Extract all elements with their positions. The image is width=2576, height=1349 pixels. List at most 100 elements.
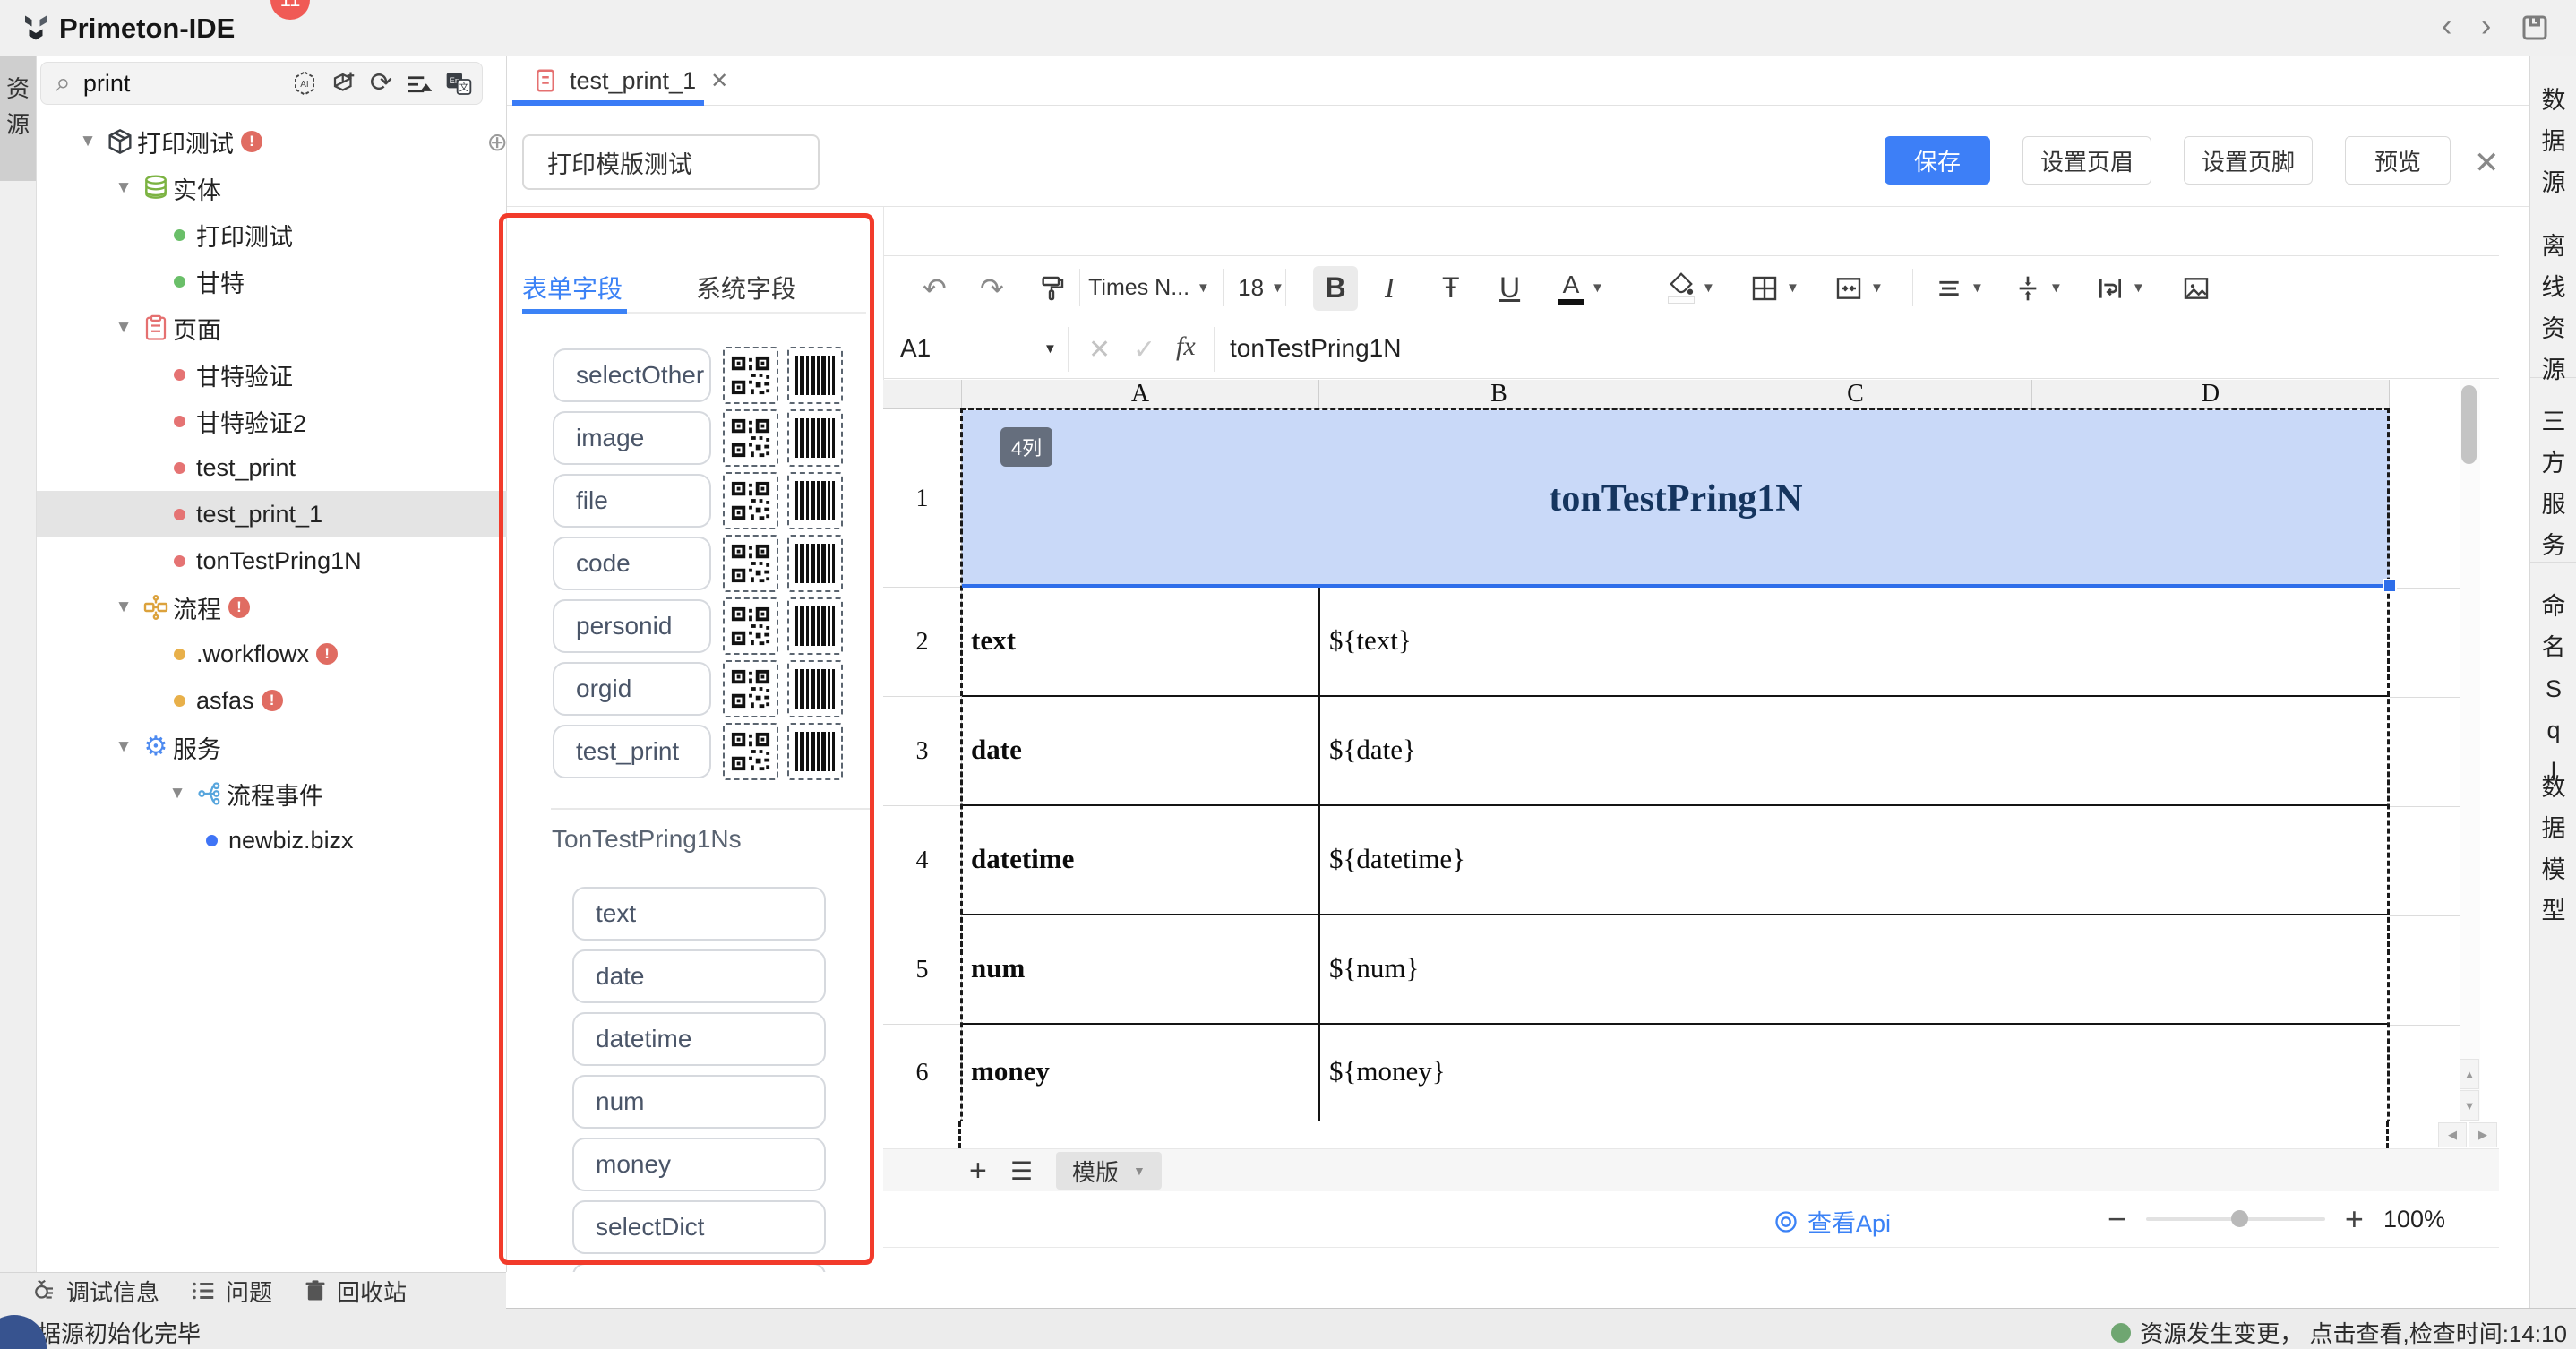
- column-header-C[interactable]: C: [1679, 380, 2032, 409]
- borders-icon[interactable]: ▼: [1750, 256, 1799, 320]
- vscroll-thumb[interactable]: [2461, 385, 2477, 464]
- view-api-link[interactable]: 查看Api: [1773, 1204, 1891, 1239]
- italic-icon[interactable]: I: [1385, 256, 1395, 320]
- cell-b3[interactable]: ${date}: [1329, 734, 1416, 766]
- zoom-slider-thumb[interactable]: [2231, 1210, 2248, 1227]
- cancel-icon[interactable]: ✕: [1088, 334, 1111, 365]
- merge-cells-icon[interactable]: ▼: [1834, 256, 1884, 320]
- tab-form-fields[interactable]: 表单字段: [522, 270, 623, 305]
- sub-field-button-num[interactable]: num: [572, 1075, 826, 1129]
- right-strip-item-数据源[interactable]: 数据源: [2530, 56, 2576, 202]
- expand-arrow-icon[interactable]: ▼: [108, 737, 139, 757]
- field-button-test_print[interactable]: test_print: [553, 725, 711, 778]
- row-header-1[interactable]: 1: [883, 410, 962, 588]
- sub-field-button-text[interactable]: text: [572, 887, 826, 941]
- spreadsheet-canvas[interactable]: ABCD12text${text}3date${date}4datetime${…: [883, 380, 2499, 1121]
- tree-item-实体[interactable]: ▼实体: [37, 165, 578, 211]
- new-model-icon[interactable]: [331, 70, 357, 97]
- tree-item-打印测试[interactable]: ▼打印测试!⊕: [37, 118, 542, 165]
- save-icon[interactable]: [2519, 12, 2551, 44]
- strikethrough-icon[interactable]: Ŧ: [1442, 256, 1460, 320]
- cell-b4[interactable]: ${datetime}: [1329, 843, 1465, 875]
- sort-icon[interactable]: [405, 70, 432, 97]
- barcode-icon[interactable]: [787, 597, 843, 655]
- cell-a5[interactable]: num: [971, 952, 1025, 984]
- tab-test_print_1[interactable]: test_print_1 ✕: [512, 56, 704, 105]
- qrcode-icon[interactable]: [723, 347, 778, 404]
- tree-item-流程[interactable]: ▼流程!: [37, 584, 578, 631]
- panel-button-调试信息[interactable]: 调试信息: [30, 1275, 159, 1308]
- header-button-保存[interactable]: 保存: [1885, 136, 1990, 185]
- bold-icon[interactable]: B: [1313, 256, 1358, 320]
- tree-item-服务[interactable]: ▼⚙服务: [37, 724, 578, 770]
- fill-color-icon[interactable]: ▼: [1668, 256, 1715, 320]
- row-header-5[interactable]: 5: [883, 915, 962, 1025]
- tab-close-icon[interactable]: ✕: [710, 68, 728, 94]
- tree-item-页面[interactable]: ▼页面: [37, 305, 578, 351]
- add-sheet-icon[interactable]: +: [969, 1154, 987, 1189]
- text-wrap-icon[interactable]: ▼: [2096, 256, 2145, 320]
- expand-arrow-icon[interactable]: ▼: [73, 132, 103, 151]
- zoom-in-icon[interactable]: +: [2345, 1200, 2364, 1238]
- cell-b5[interactable]: ${num}: [1329, 952, 1419, 984]
- cell-a6[interactable]: money: [971, 1055, 1050, 1087]
- font-color-icon[interactable]: A▼: [1558, 256, 1604, 320]
- header-button-预览[interactable]: 预览: [2345, 136, 2451, 185]
- qrcode-icon[interactable]: [723, 597, 778, 655]
- expand-arrow-icon[interactable]: ▼: [108, 318, 139, 338]
- chevron-down-icon[interactable]: ▼: [1043, 341, 1057, 357]
- sheet-tab-template[interactable]: 模版 ▼: [1056, 1152, 1162, 1190]
- zoom-out-icon[interactable]: −: [2108, 1200, 2126, 1238]
- translate-icon[interactable]: En文: [444, 69, 473, 98]
- field-button-image[interactable]: image: [553, 411, 711, 465]
- vertical-align-icon[interactable]: ▼: [2014, 256, 2063, 320]
- qrcode-icon[interactable]: [723, 723, 778, 780]
- barcode-icon[interactable]: [787, 347, 843, 404]
- vertical-scrollbar[interactable]: [2460, 380, 2480, 1121]
- row-header-4[interactable]: 4: [883, 806, 962, 915]
- cell-a2[interactable]: text: [971, 624, 1016, 657]
- barcode-icon[interactable]: [787, 723, 843, 780]
- horizontal-scrollbar[interactable]: [883, 1121, 2499, 1148]
- search-input[interactable]: ⌕ print AI⟳En文: [40, 62, 483, 105]
- insert-image-icon[interactable]: [2182, 256, 2211, 320]
- scroll-down-icon[interactable]: ▼: [2460, 1090, 2479, 1121]
- back-icon[interactable]: ‹: [2442, 9, 2451, 44]
- undo-icon[interactable]: ↶: [923, 256, 947, 320]
- right-strip-item-离线资源[interactable]: 离线资源: [2530, 202, 2576, 378]
- sheet-list-icon[interactable]: ☰: [1010, 1156, 1033, 1186]
- zoom-slider[interactable]: [2146, 1217, 2325, 1221]
- status-right[interactable]: 资源发生变更， 点击查看,检查时间:14:10: [2111, 1316, 2567, 1349]
- format-painter-icon[interactable]: [1037, 256, 1066, 320]
- right-strip-item-三方服务[interactable]: 三方服务: [2530, 378, 2576, 563]
- qrcode-icon[interactable]: [723, 472, 778, 529]
- barcode-icon[interactable]: [787, 660, 843, 717]
- qrcode-icon[interactable]: [723, 660, 778, 717]
- merged-cell-a1-d1[interactable]: tonTestPring1N: [962, 410, 2390, 588]
- right-strip-item-命名Sql[interactable]: 命名Sql: [2530, 563, 2576, 743]
- size-select-icon[interactable]: 18▼: [1234, 256, 1288, 320]
- field-button-file[interactable]: file: [553, 474, 711, 528]
- field-button-orgid[interactable]: orgid: [553, 662, 711, 716]
- sub-field-button-datetime[interactable]: datetime: [572, 1012, 826, 1066]
- cell-b2[interactable]: ${text}: [1329, 624, 1412, 657]
- field-button-selectOther[interactable]: selectOther: [553, 348, 711, 402]
- row-header-6[interactable]: 6: [883, 1025, 962, 1121]
- tab-system-fields[interactable]: 系统字段: [696, 270, 796, 305]
- confirm-icon[interactable]: ✓: [1133, 334, 1155, 365]
- row-header-3[interactable]: 3: [883, 697, 962, 806]
- barcode-icon[interactable]: [787, 472, 843, 529]
- row-header-2[interactable]: 2: [883, 588, 962, 697]
- scroll-left-icon[interactable]: ◀: [2438, 1122, 2467, 1147]
- qrcode-icon[interactable]: [723, 409, 778, 467]
- qrcode-icon[interactable]: [723, 535, 778, 592]
- template-name-input[interactable]: 打印模版测试: [522, 134, 820, 190]
- cell-a3[interactable]: date: [971, 734, 1022, 766]
- sheet-corner-cell[interactable]: [883, 380, 962, 409]
- horizontal-align-icon[interactable]: ▼: [1935, 256, 1984, 320]
- expand-arrow-icon[interactable]: ▼: [162, 784, 193, 803]
- barcode-icon[interactable]: [787, 409, 843, 467]
- sub-field-button-selectDict[interactable]: selectDict: [572, 1200, 826, 1254]
- scroll-right-icon[interactable]: ▶: [2469, 1122, 2497, 1147]
- barcode-icon[interactable]: [787, 535, 843, 592]
